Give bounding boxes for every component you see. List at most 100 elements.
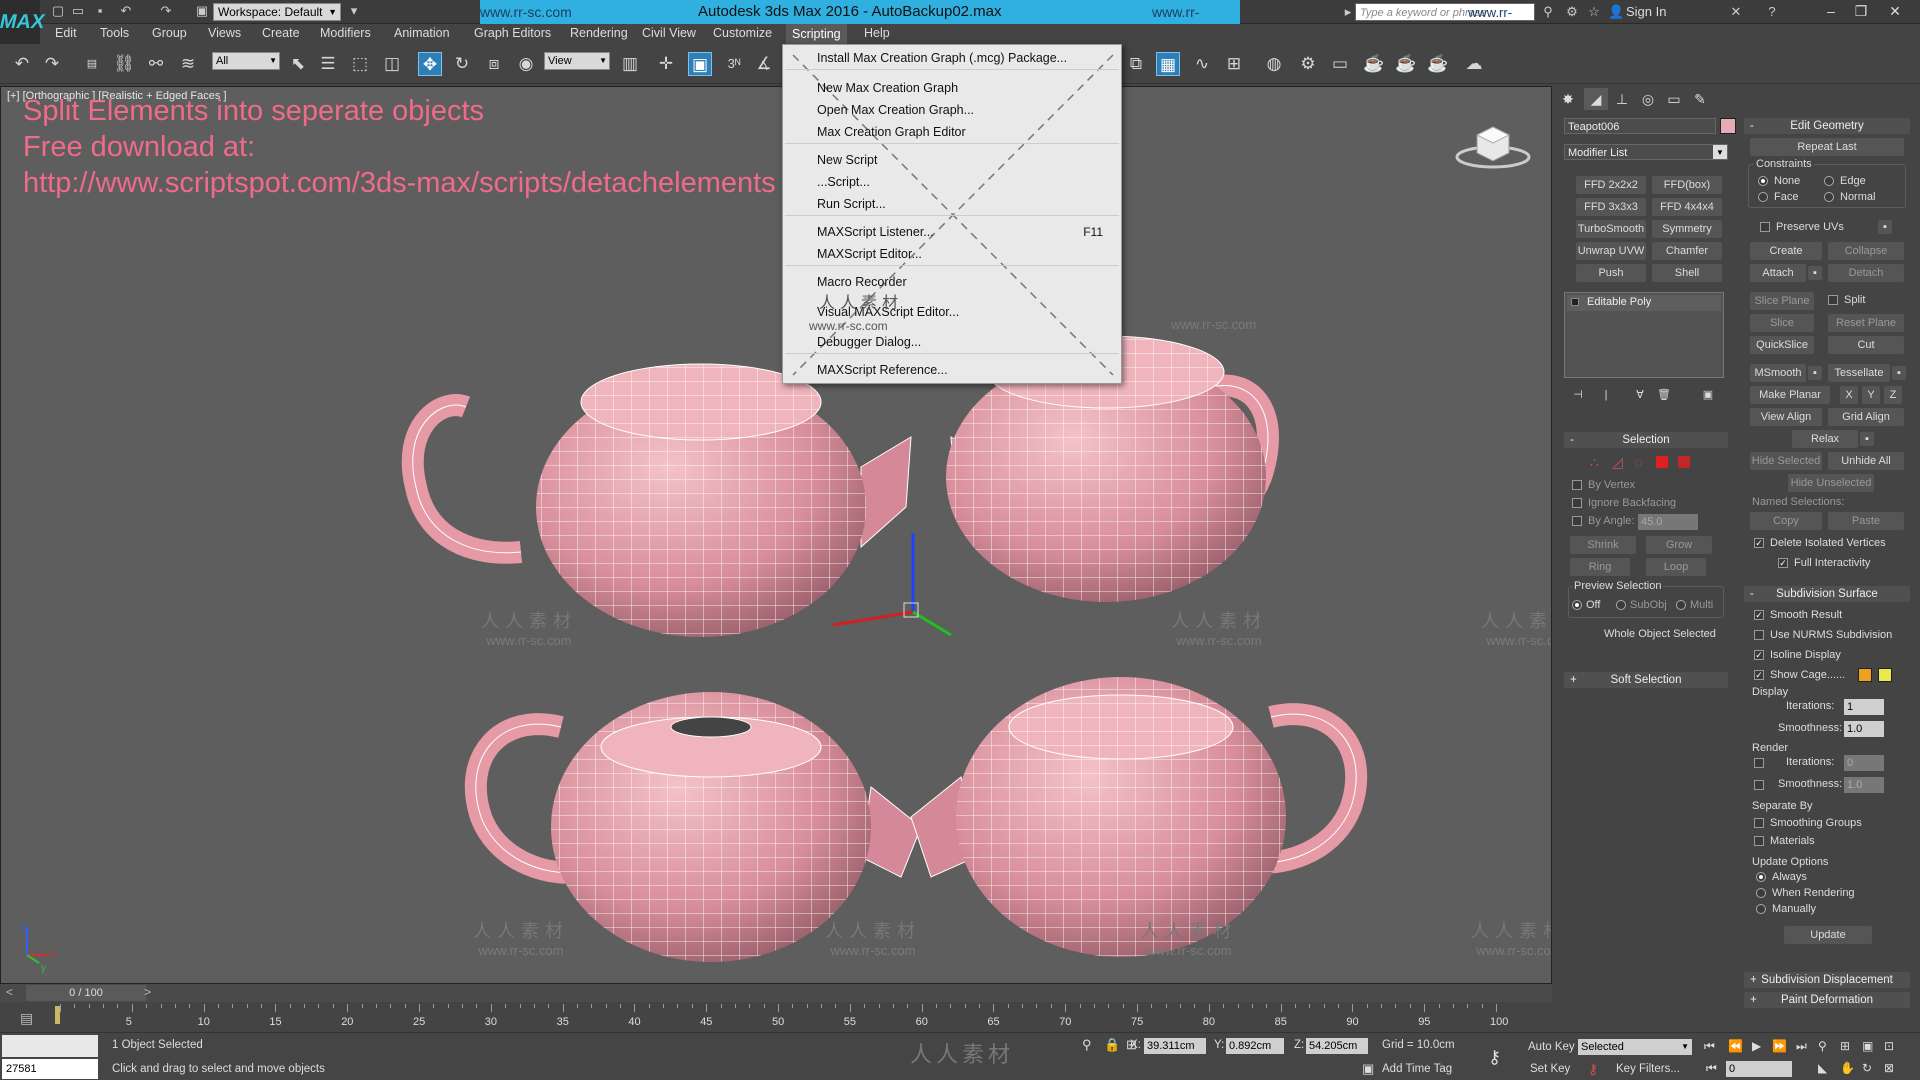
remove-modifier-icon[interactable]: 🗑 bbox=[1652, 384, 1676, 406]
materials-checkbox[interactable] bbox=[1754, 836, 1764, 846]
push-button[interactable]: Push bbox=[1576, 264, 1646, 282]
previous-frame-icon[interactable]: ⏪ bbox=[1728, 1039, 1743, 1053]
soft-selection-rollout-header[interactable]: + Soft Selection bbox=[1564, 672, 1728, 688]
ffd-3x3x3-button[interactable]: FFD 3x3x3 bbox=[1576, 198, 1646, 216]
tessellate-settings-icon[interactable]: ▪ bbox=[1892, 366, 1906, 380]
app-logo[interactable]: MAX bbox=[0, 0, 47, 44]
polygon-mode-icon[interactable] bbox=[1656, 456, 1668, 468]
subdivision-surface-rollout-header[interactable]: - Subdivision Surface bbox=[1744, 586, 1910, 602]
viewcube[interactable] bbox=[1453, 117, 1533, 177]
track-bar[interactable]: ▤ 5 10 15 20 25 30 35 40 45 50 55 60 65 70 75 80 85 90 95 1… bbox=[0, 1004, 1552, 1032]
menu-rendering[interactable]: Rendering bbox=[570, 26, 628, 40]
cage-color-swatch-2[interactable] bbox=[1878, 668, 1892, 682]
maxscript-mini-listener-top[interactable] bbox=[2, 1035, 98, 1057]
z-coord-field[interactable]: 54.205cm bbox=[1306, 1038, 1368, 1054]
scale-tool-icon[interactable]: ⧈ bbox=[482, 52, 506, 76]
constraint-edge-radio[interactable] bbox=[1824, 176, 1834, 186]
planar-x-button[interactable]: X bbox=[1840, 386, 1858, 404]
perspective-viewport[interactable]: [+] [Orthographic ] [Realistic + Edged F… bbox=[0, 86, 1552, 984]
unlink-icon[interactable]: ⚯ bbox=[144, 52, 168, 76]
turbosmooth-button[interactable]: TurboSmooth bbox=[1576, 220, 1646, 238]
menu-new-script[interactable]: New Script bbox=[817, 153, 877, 167]
ignore-backfacing-checkbox[interactable] bbox=[1572, 498, 1582, 508]
go-to-start-icon[interactable]: ⏮ bbox=[1704, 1039, 1715, 1054]
object-color-swatch[interactable] bbox=[1720, 118, 1736, 134]
render-iterative-icon[interactable]: ☕ bbox=[1394, 52, 1418, 76]
rendered-frame-window-icon[interactable]: ▭ bbox=[1328, 52, 1352, 76]
shell-button[interactable]: Shell bbox=[1652, 264, 1722, 282]
edge-mode-icon[interactable]: ◿ bbox=[1612, 454, 1623, 471]
prev-frame-icon[interactable]: < bbox=[6, 985, 13, 999]
copy-button[interactable]: Copy bbox=[1750, 512, 1822, 530]
expand-icon[interactable] bbox=[1571, 298, 1579, 306]
menu-customize[interactable]: Customize bbox=[713, 26, 772, 40]
element-mode-icon[interactable] bbox=[1678, 456, 1690, 468]
make-unique-icon[interactable]: ∀ bbox=[1628, 384, 1652, 406]
next-frame-icon[interactable]: > bbox=[144, 985, 151, 999]
user-icon[interactable]: 👤 bbox=[1608, 4, 1624, 20]
undo-icon[interactable]: ↶ bbox=[10, 52, 34, 76]
render-iterations-spinner[interactable]: 0 bbox=[1844, 755, 1884, 771]
menu-scripting[interactable]: Scripting bbox=[786, 24, 847, 44]
teapot-bottom-right[interactable] bbox=[910, 677, 1368, 957]
subdivision-displacement-rollout-header[interactable]: + Subdivision Displacement bbox=[1744, 972, 1910, 988]
by-angle-checkbox[interactable] bbox=[1572, 516, 1582, 526]
zoom-all-icon[interactable]: ⊞ bbox=[1840, 1039, 1850, 1053]
ring-button[interactable]: Ring bbox=[1570, 558, 1630, 576]
display-tab-icon[interactable]: ▭ bbox=[1662, 88, 1686, 110]
update-always-radio[interactable] bbox=[1756, 872, 1766, 882]
modify-tab-icon[interactable]: ◢ bbox=[1584, 88, 1608, 110]
repeat-last-button[interactable]: Repeat Last bbox=[1750, 138, 1904, 156]
display-smoothness-spinner[interactable]: 1.0 bbox=[1844, 721, 1884, 737]
maximize-button[interactable]: ❐ bbox=[1848, 1, 1874, 21]
workspace-dropdown[interactable]: Workspace: Default ▼ bbox=[213, 3, 341, 21]
key-selection-dropdown[interactable]: Selected ▼ bbox=[1578, 1039, 1692, 1055]
menu-create[interactable]: Create bbox=[262, 26, 300, 40]
detach-button[interactable]: Detach bbox=[1828, 264, 1904, 282]
help-icon[interactable]: ? bbox=[1764, 4, 1780, 20]
render-production-icon[interactable]: ☕ bbox=[1362, 52, 1386, 76]
preview-multi-radio[interactable] bbox=[1676, 600, 1686, 610]
make-planar-button[interactable]: Make Planar bbox=[1750, 386, 1830, 404]
cut-button[interactable]: Cut bbox=[1828, 336, 1904, 354]
slice-plane-button[interactable]: Slice Plane bbox=[1750, 292, 1814, 310]
cage-color-swatch-1[interactable] bbox=[1858, 668, 1872, 682]
rotate-tool-icon[interactable]: ↻ bbox=[450, 52, 474, 76]
link-icon[interactable]: ⛓ bbox=[112, 52, 136, 76]
create-tab-icon[interactable]: ✸ bbox=[1556, 88, 1580, 110]
preview-subobj-radio[interactable] bbox=[1616, 600, 1626, 610]
sign-in-link[interactable]: Sign In bbox=[1626, 4, 1666, 19]
attach-button[interactable]: Attach bbox=[1750, 264, 1806, 282]
x-coord-field[interactable]: 39.311cm bbox=[1144, 1038, 1206, 1054]
ffd-box-button[interactable]: FFD(box) bbox=[1652, 176, 1722, 194]
new-file-icon[interactable]: ▢ bbox=[50, 3, 66, 19]
schematic-view-icon[interactable]: ⊞ bbox=[1222, 52, 1246, 76]
open-file-icon[interactable]: ▭ bbox=[70, 3, 86, 19]
teapot-top-left[interactable] bbox=[401, 363, 912, 637]
window-crossing-icon[interactable]: ◫ bbox=[380, 52, 404, 76]
render-in-cloud-icon[interactable]: ☁ bbox=[1462, 52, 1486, 76]
relax-button[interactable]: Relax bbox=[1792, 430, 1858, 448]
zoom-extents-all-icon[interactable]: ⊡ bbox=[1884, 1039, 1894, 1053]
material-editor-icon[interactable]: ◍ bbox=[1262, 52, 1286, 76]
menu-modifiers[interactable]: Modifiers bbox=[320, 26, 371, 40]
menu-views[interactable]: Views bbox=[208, 26, 241, 40]
display-iterations-spinner[interactable]: 1 bbox=[1844, 699, 1884, 715]
loop-button[interactable]: Loop bbox=[1646, 558, 1706, 576]
save-file-icon[interactable]: ▪ bbox=[92, 3, 108, 19]
subscription-icon[interactable]: ⚙ bbox=[1564, 4, 1580, 20]
vertex-mode-icon[interactable]: ∴ bbox=[1590, 454, 1599, 471]
current-frame-field[interactable]: 0 bbox=[1726, 1061, 1792, 1077]
menu-macro-recorder[interactable]: Macro Recorder bbox=[817, 275, 907, 289]
set-key-button[interactable]: Set Key bbox=[1530, 1063, 1570, 1075]
scene-explorer-icon[interactable]: ▤ bbox=[80, 52, 104, 76]
msmooth-button[interactable]: MSmooth bbox=[1750, 364, 1806, 382]
key-icon[interactable]: ⚷ bbox=[1488, 1047, 1501, 1068]
reference-coordinate-dropdown[interactable]: View ▼ bbox=[544, 52, 610, 70]
time-tag-icon[interactable]: ▣ bbox=[1362, 1061, 1374, 1077]
render-iterations-checkbox[interactable] bbox=[1754, 758, 1764, 768]
star-icon[interactable]: ☆ bbox=[1586, 4, 1602, 20]
split-checkbox[interactable] bbox=[1828, 295, 1838, 305]
pin-stack-icon[interactable]: ⊣ bbox=[1566, 384, 1590, 406]
minimize-button[interactable]: – bbox=[1818, 1, 1844, 21]
